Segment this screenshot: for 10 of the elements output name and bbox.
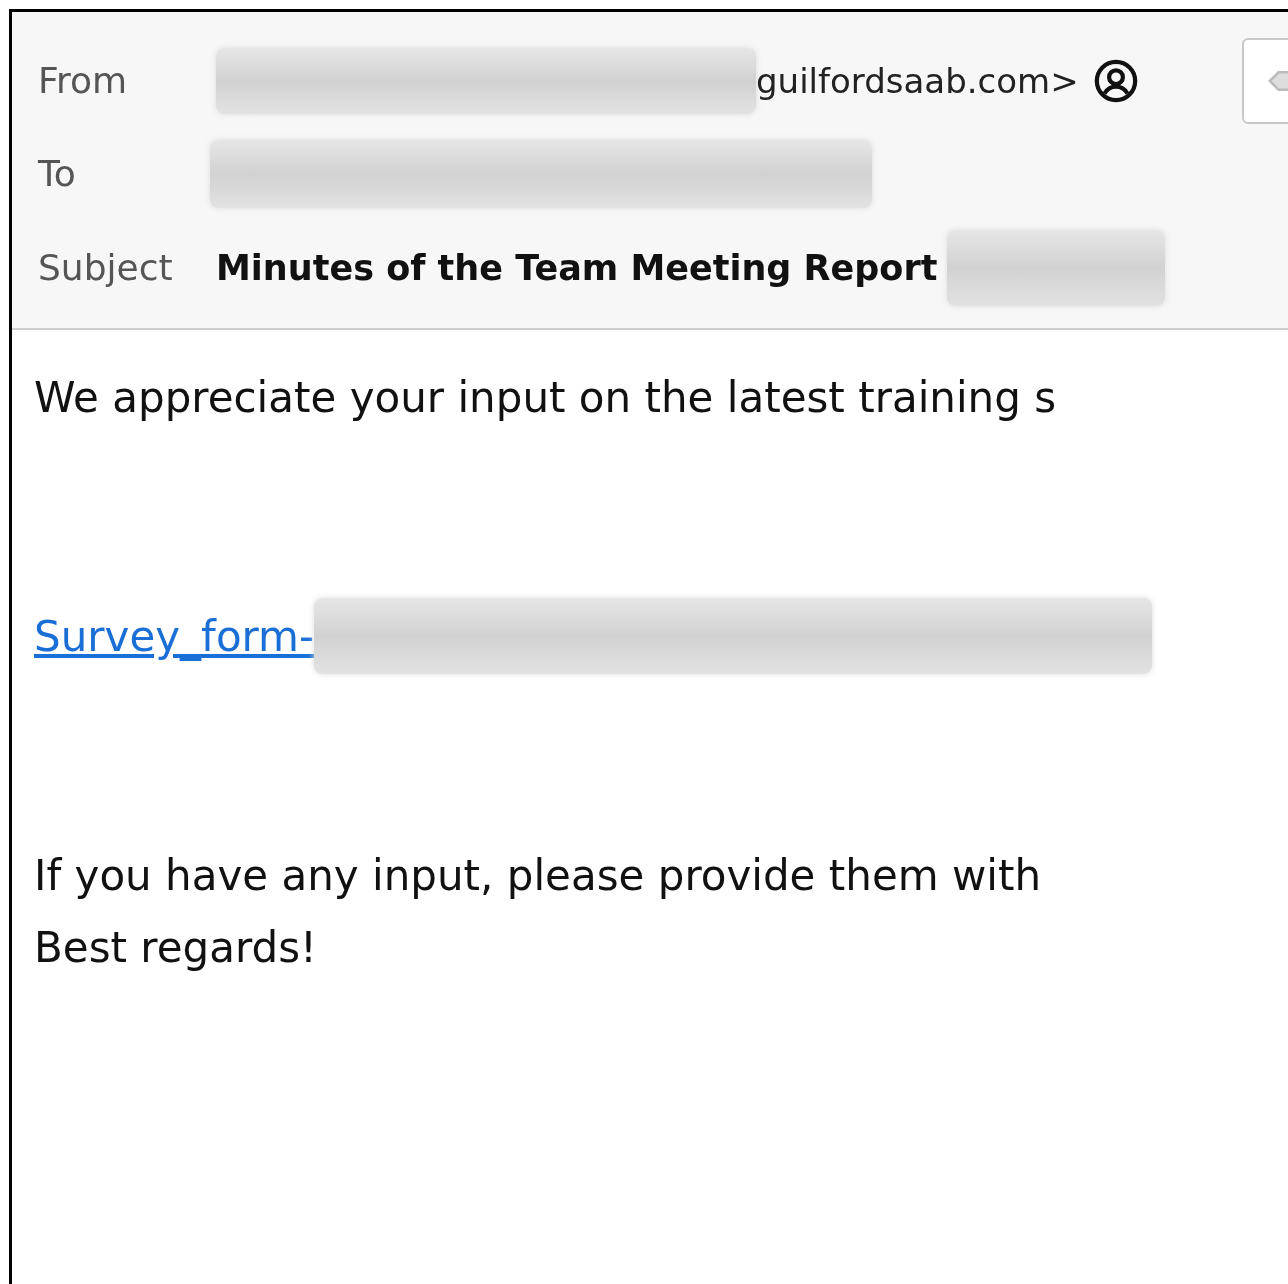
body-text: If you have any input, please provide them with (34, 850, 1043, 902)
field-label: From (38, 59, 129, 103)
subject-text: Minutes of the Team Meeting Report (216, 246, 938, 290)
person-icon[interactable] (1092, 58, 1139, 104)
body-text: We appreciate your input on the latest training s (34, 372, 1058, 424)
field-label: To (38, 152, 77, 196)
body-text: Best regards! (34, 922, 318, 974)
sender-address: guilfordsaab.com> (756, 59, 1079, 103)
survey-link[interactable]: Survey_form- (34, 604, 315, 668)
field-label: Subject (38, 246, 174, 290)
